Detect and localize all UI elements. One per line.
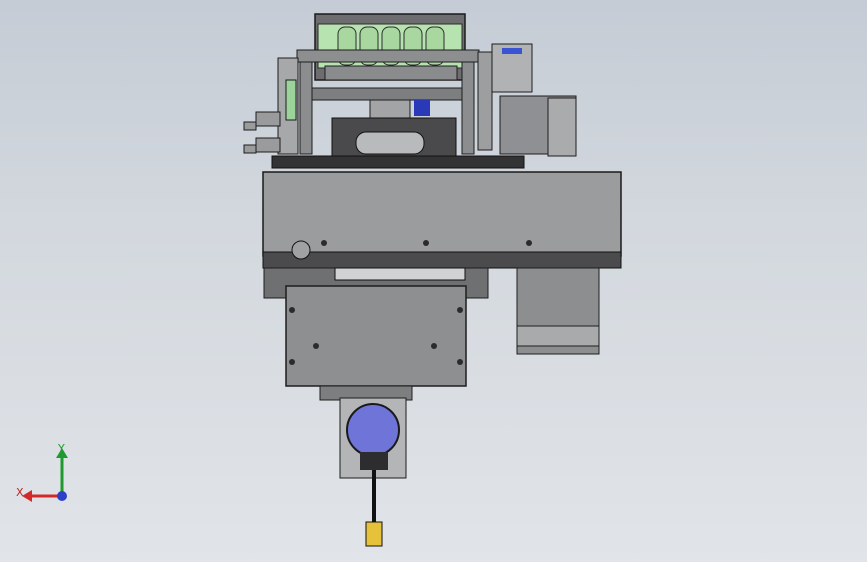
axis-triad-indicator: X Y bbox=[14, 440, 78, 510]
cable-connector[interactable] bbox=[365, 521, 383, 547]
robot-assembly-model[interactable] bbox=[0, 0, 867, 562]
lower-servo-motor[interactable] bbox=[516, 267, 600, 355]
axis-y-label: Y bbox=[58, 442, 65, 455]
graphics-viewport[interactable]: X Y bbox=[0, 0, 867, 562]
upper-servo-motor[interactable] bbox=[477, 43, 577, 157]
rotary-axis-motor[interactable] bbox=[319, 385, 413, 479]
linear-module-housing[interactable] bbox=[262, 171, 622, 269]
base-plate[interactable] bbox=[271, 155, 525, 169]
triad-icon bbox=[22, 448, 68, 502]
gripper-head[interactable] bbox=[314, 13, 466, 81]
axis-x-label: X bbox=[16, 486, 24, 499]
pneumatic-valves[interactable] bbox=[243, 57, 299, 155]
carriage-plate[interactable] bbox=[263, 267, 489, 387]
